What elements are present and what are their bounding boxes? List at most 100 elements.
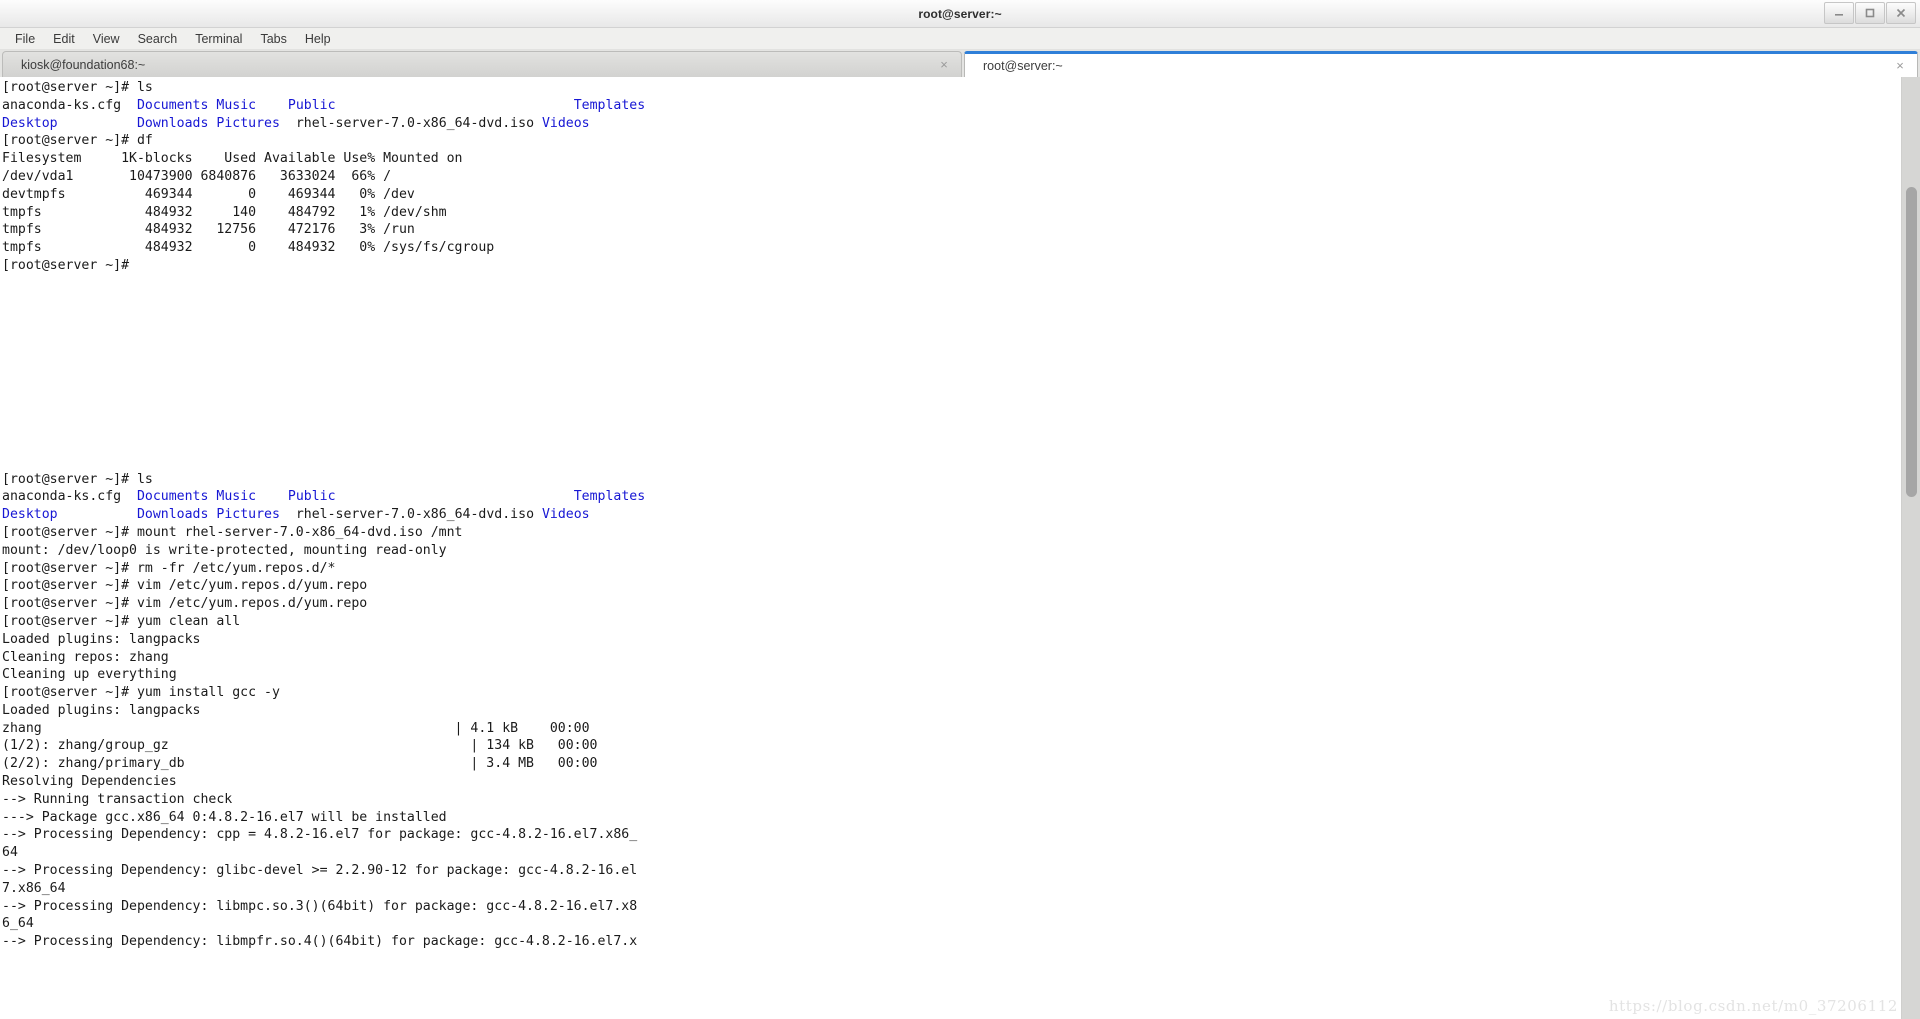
directory-name: Pictures (216, 507, 280, 523)
directory-name: Music (216, 489, 257, 505)
terminal-window: root@server:~ File Edit View Search Term… (0, 0, 1920, 1019)
terminal-output-line: mount: /dev/loop0 is write-protected, mo… (2, 542, 447, 558)
terminal-output-line: --> Processing Dependency: cpp = 4.8.2-1… (2, 827, 638, 843)
title-bar: root@server:~ (0, 0, 1920, 28)
tab-kiosk-foundation68[interactable]: kiosk@foundation68:~ × (2, 51, 962, 77)
terminal-output-line: ---> Package gcc.x86_64 0:4.8.2-16.el7 w… (2, 809, 447, 825)
terminal-prompt-line: [root@server ~]# yum install gcc -y (2, 685, 280, 701)
terminal-prompt-line: [root@server ~]# mount rhel-server-7.0-x… (2, 524, 463, 540)
terminal-output-line: Desktop Downloads Pictures rhel-server-7… (2, 506, 1901, 524)
close-icon[interactable]: × (937, 58, 951, 72)
tab-bar: kiosk@foundation68:~ × root@server:~ × (0, 50, 1920, 77)
terminal-output-line: anaconda-ks.cfg Documents Music Public T… (2, 488, 1901, 506)
file-name (58, 116, 137, 131)
tab-root-server[interactable]: root@server:~ × (964, 51, 1918, 77)
terminal-prompt-line: [root@server ~]# ls (2, 80, 153, 95)
terminal-output-line: Cleaning up everything (2, 667, 177, 683)
terminal-output-line: 6_64 (2, 916, 34, 932)
scrollbar-thumb[interactable] (1906, 187, 1917, 497)
menu-item-terminal[interactable]: Terminal (186, 30, 251, 48)
terminal-output-line: (1/2): zhang/group_gz | 134 kB 00:00 (2, 738, 598, 754)
menu-item-help[interactable]: Help (296, 30, 340, 48)
terminal-prompt-line: [root@server ~]# rm -fr /etc/yum.repos.d… (2, 560, 336, 576)
directory-name: Desktop (2, 507, 58, 523)
menu-item-search[interactable]: Search (129, 30, 187, 48)
terminal-output-line: devtmpfs 469344 0 469344 0% /dev (2, 186, 415, 202)
terminal-output-line: Loaded plugins: langpacks (2, 631, 201, 647)
tab-label: root@server:~ (983, 58, 1063, 73)
terminal-output[interactable]: [root@server ~]# ls anaconda-ks.cfg Docum… (0, 77, 1901, 1019)
terminal-output-line: Filesystem 1K-blocks Used Available Use%… (2, 151, 463, 167)
directory-name: Music (216, 97, 257, 113)
directory-name: Public (287, 489, 336, 505)
terminal-prompt-line: [root@server ~]# ls (2, 471, 153, 487)
terminal-output-line: Cleaning repos: zhang (2, 649, 169, 665)
terminal-output-line: Resolving Dependencies (2, 774, 177, 790)
terminal-output-line: tmpfs 484932 12756 472176 3% /run (2, 222, 415, 238)
directory-name: Videos (541, 115, 590, 131)
file-name (336, 98, 574, 113)
close-button[interactable] (1886, 2, 1916, 24)
directory-name: Downloads (136, 507, 209, 523)
terminal-output-line: --> Processing Dependency: glibc-devel >… (2, 863, 638, 879)
terminal-prompt-line: [root@server ~]# vim /etc/yum.repos.d/yu… (2, 578, 368, 594)
terminal-output-line: (2/2): zhang/primary_db | 3.4 MB 00:00 (2, 756, 598, 772)
terminal-output-line: --> Processing Dependency: libmpc.so.3()… (2, 898, 638, 914)
terminal-output-line: --> Running transaction check (2, 791, 233, 807)
menu-item-view[interactable]: View (84, 30, 129, 48)
directory-name: Public (287, 97, 336, 113)
terminal-prompt-line: [root@server ~]# df (2, 133, 153, 149)
terminal-prompt-line: [root@server ~]# (2, 257, 130, 273)
terminal-output-line: 7.x86_64 (2, 880, 66, 896)
terminal-output-line: 64 (2, 845, 18, 861)
directory-name: Documents (136, 489, 209, 505)
terminal-output-line: tmpfs 484932 140 484792 1% /dev/shm (2, 204, 447, 220)
file-name: anaconda-ks.cfg (2, 489, 137, 505)
maximize-button[interactable] (1855, 2, 1885, 24)
terminal-output-line: /dev/vda1 10473900 6840876 3633024 66% / (2, 168, 392, 184)
menu-bar: File Edit View Search Terminal Tabs Help (0, 28, 1920, 50)
window-controls (1824, 2, 1916, 24)
terminal-output-line: Desktop Downloads Pictures rhel-server-7… (2, 115, 1901, 133)
window-title: root@server:~ (918, 6, 1002, 21)
vertical-scrollbar[interactable] (1901, 77, 1920, 1019)
directory-name: Templates (573, 97, 646, 113)
directory-name: Videos (541, 507, 590, 523)
file-name: rhel-server-7.0-x86_64-dvd.iso (279, 507, 542, 523)
menu-item-file[interactable]: File (6, 30, 44, 48)
menu-item-edit[interactable]: Edit (44, 30, 84, 48)
file-name (256, 98, 288, 113)
directory-name: Documents (136, 97, 209, 113)
close-icon[interactable]: × (1893, 59, 1907, 73)
directory-name: Templates (573, 489, 646, 505)
terminal-output-line: Loaded plugins: langpacks (2, 702, 201, 718)
terminal-output-line: zhang | 4.1 kB 00:00 (2, 720, 590, 736)
file-name: anaconda-ks.cfg (2, 97, 137, 113)
tab-label: kiosk@foundation68:~ (21, 57, 146, 72)
file-name (256, 489, 288, 504)
terminal-prompt-line: [root@server ~]# vim /etc/yum.repos.d/yu… (2, 596, 368, 612)
directory-name: Pictures (216, 115, 280, 131)
directory-name: Downloads (136, 115, 209, 131)
minimize-button[interactable] (1824, 2, 1854, 24)
file-name: rhel-server-7.0-x86_64-dvd.iso (279, 115, 542, 131)
menu-item-tabs[interactable]: Tabs (251, 30, 295, 48)
terminal-output-line: tmpfs 484932 0 484932 0% /sys/fs/cgroup (2, 240, 495, 256)
terminal-body-area: [root@server ~]# ls anaconda-ks.cfg Docum… (0, 77, 1920, 1019)
terminal-prompt-line: [root@server ~]# yum clean all (2, 613, 241, 629)
directory-name: Desktop (2, 115, 58, 131)
terminal-output-line: --> Processing Dependency: libmpfr.so.4(… (2, 934, 638, 950)
file-name (58, 507, 137, 522)
file-name (336, 489, 574, 504)
